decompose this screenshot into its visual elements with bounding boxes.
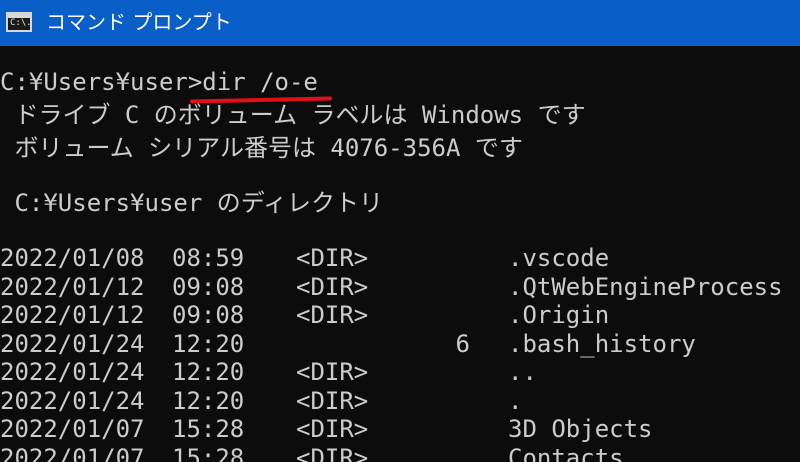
- entry-type: <DIR>: [296, 272, 369, 301]
- entry-name: .QtWebEngineProcess: [508, 272, 783, 301]
- entry-type: <DIR>: [296, 358, 369, 386]
- entry-type: <DIR>: [296, 443, 369, 462]
- table-row: 2022/01/24 12:20 <DIR>..: [0, 358, 800, 386]
- entry-time: 08:59: [172, 244, 245, 272]
- cmd-icon-text: C:\.: [10, 18, 32, 28]
- entry-time: 15:28: [172, 415, 245, 443]
- entry-date: 2022/01/12: [0, 272, 145, 301]
- entry-name: .vscode: [508, 244, 610, 272]
- directory-line: C:¥Users¥user のディレクトリ: [0, 189, 384, 217]
- title-bar[interactable]: C:\. コマンド プロンプト: [0, 0, 800, 46]
- entry-time: 12:20: [172, 386, 245, 415]
- entry-type: <DIR>: [296, 301, 369, 329]
- entry-date: 2022/01/12: [0, 301, 145, 329]
- entry-time: 12:20: [172, 358, 245, 386]
- entry-type: <DIR>: [296, 386, 369, 415]
- entry-name: .bash_history: [508, 329, 696, 358]
- entry-time: 15:28: [172, 443, 245, 462]
- table-row: 2022/01/08 08:59 <DIR> .vscode: [0, 244, 800, 272]
- entry-time: 09:08: [172, 301, 245, 329]
- volume-label-line: ドライブ C のボリューム ラベルは Windows です: [0, 101, 586, 129]
- entry-name: .: [508, 386, 523, 415]
- entry-name: ..: [508, 358, 537, 386]
- table-row: 2022/01/07 15:28 <DIR> Contacts: [0, 444, 800, 462]
- entry-time: 12:20: [172, 329, 245, 358]
- table-row: 2022/01/24 12:20 6 .bash_history: [0, 330, 800, 358]
- cmd-app-icon[interactable]: C:\.: [6, 12, 32, 32]
- command-line: C:¥Users¥user>dir /o-e: [0, 68, 318, 96]
- entry-date: 2022/01/24: [0, 358, 145, 386]
- entry-date: 2022/01/08: [0, 244, 145, 272]
- entry-date: 2022/01/07: [0, 443, 145, 462]
- console-output[interactable]: C:¥Users¥user>dir /o-e ドライブ C のボリューム ラベル…: [0, 46, 800, 462]
- window-title: コマンド プロンプト: [46, 10, 232, 34]
- entry-type: <DIR>: [296, 415, 369, 443]
- entry-date: 2022/01/24: [0, 329, 145, 358]
- entry-name: Contacts: [508, 443, 624, 462]
- entry-size: 6: [455, 329, 470, 358]
- table-row: 2022/01/24 12:20 <DIR>.: [0, 387, 800, 415]
- table-row: 2022/01/12 09:08 <DIR> .Origin: [0, 301, 800, 329]
- command-prompt-window: C:\. コマンド プロンプト C:¥Users¥user>dir /o-e ド…: [0, 0, 800, 462]
- serial-number-line: ボリューム シリアル番号は 4076-356A です: [0, 134, 523, 162]
- table-row: 2022/01/07 15:28 <DIR> 3D Objects: [0, 415, 800, 443]
- entry-date: 2022/01/24: [0, 386, 145, 415]
- entry-date: 2022/01/07: [0, 415, 145, 443]
- entry-name: .Origin: [508, 301, 610, 329]
- entry-type: <DIR>: [296, 244, 369, 272]
- entry-name: 3D Objects: [508, 415, 653, 443]
- table-row: 2022/01/12 09:08 <DIR> .QtWebEngineProcess: [0, 273, 800, 301]
- entry-time: 09:08: [172, 272, 245, 301]
